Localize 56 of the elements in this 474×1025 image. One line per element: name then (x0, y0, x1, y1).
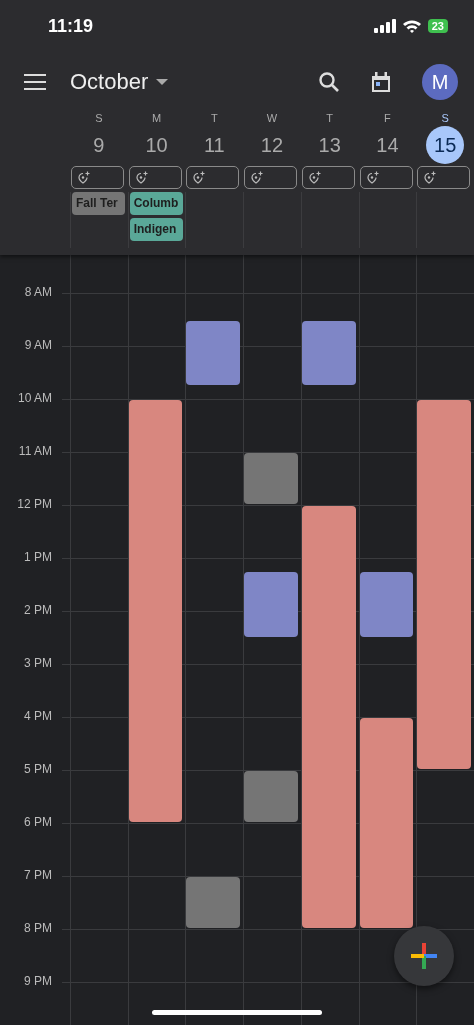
weekday-label: M (151, 112, 162, 126)
pin-plus-icon (308, 171, 321, 184)
location-button[interactable] (359, 166, 413, 189)
menu-icon[interactable] (24, 74, 46, 90)
day-number[interactable]: 13 (310, 126, 349, 164)
day-column-header[interactable]: F 14 (358, 112, 417, 164)
location-button[interactable] (128, 166, 182, 189)
day-column-header[interactable]: T 13 (300, 112, 359, 164)
weekday-label: W (266, 112, 278, 126)
weekday-label: T (326, 112, 334, 126)
day-column-header[interactable]: M 10 (127, 112, 186, 164)
calendar-icon[interactable] (370, 71, 392, 93)
weekday-label: T (210, 112, 218, 126)
day-column-header[interactable]: S 9 (70, 112, 128, 164)
status-time: 11:19 (48, 15, 94, 37)
plus-icon (409, 941, 439, 971)
day-column-header[interactable]: T 11 (185, 112, 244, 164)
location-button[interactable] (244, 166, 298, 189)
all-day-event[interactable]: Columb (129, 192, 183, 215)
weekday-label: F (384, 112, 391, 126)
location-button[interactable] (301, 166, 355, 189)
caret-icon (156, 78, 169, 86)
signal-icon (373, 19, 396, 33)
battery-level: 23 (427, 19, 448, 33)
location-button[interactable] (186, 166, 240, 189)
location-button[interactable] (417, 166, 471, 189)
day-number[interactable]: 12 (253, 126, 291, 164)
all-day-event[interactable]: Indigen (129, 218, 183, 241)
day-number[interactable]: 15 (426, 126, 465, 164)
event-block[interactable] (359, 718, 414, 928)
event-block[interactable] (186, 877, 241, 928)
create-button[interactable] (394, 926, 454, 986)
pin-plus-icon (78, 171, 90, 184)
wifi-icon (401, 19, 422, 33)
day-number[interactable]: 9 (79, 126, 118, 164)
weekday-label: S (441, 112, 449, 126)
search-icon[interactable] (318, 71, 340, 93)
event-block[interactable] (186, 320, 241, 385)
pin-plus-icon (135, 171, 148, 184)
day-column-header[interactable]: S 15 (416, 112, 474, 164)
day-number[interactable]: 10 (137, 126, 176, 164)
all-day-event[interactable]: Fall Ter (72, 192, 125, 215)
location-button[interactable] (71, 166, 124, 189)
day-number[interactable]: 11 (195, 126, 234, 164)
month-dropdown[interactable]: October (70, 69, 169, 95)
event-block[interactable] (301, 320, 356, 385)
pin-plus-icon (424, 171, 437, 184)
event-block[interactable] (128, 400, 183, 822)
day-column-header[interactable]: W 12 (243, 112, 301, 164)
event-block[interactable] (359, 572, 414, 637)
weekday-label: S (95, 112, 103, 126)
pin-plus-icon (366, 171, 379, 184)
pin-plus-icon (193, 171, 206, 184)
account-avatar[interactable]: M (422, 64, 458, 100)
pin-plus-icon (251, 171, 264, 184)
day-number[interactable]: 14 (368, 126, 407, 164)
